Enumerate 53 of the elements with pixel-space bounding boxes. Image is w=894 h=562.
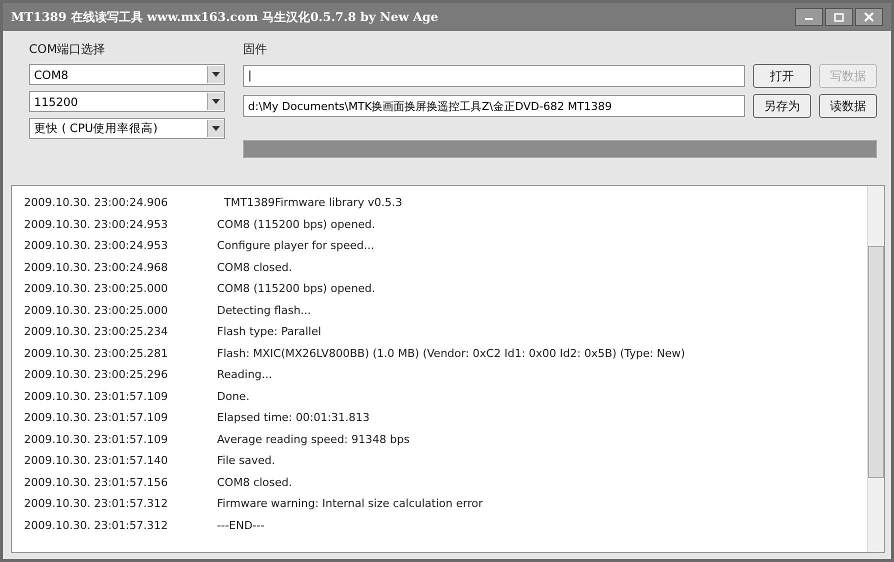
log-time: 2009.10.30. 23:01:57.109 bbox=[24, 432, 169, 446]
action-button[interactable]: 读数据 bbox=[819, 94, 877, 118]
log-message: ---END--- bbox=[217, 518, 264, 532]
log-message: Reading... bbox=[217, 368, 272, 382]
dropdown[interactable]: COM8 bbox=[29, 64, 225, 85]
log-time: 2009.10.30. 23:01:57.312 bbox=[24, 518, 169, 532]
log-message: Configure player for speed... bbox=[217, 239, 374, 252]
log-time: 2009.10.30. 23:00:25.234 bbox=[24, 325, 169, 338]
log-time: 2009.10.30. 23:01:57.109 bbox=[24, 411, 169, 424]
log-time: 2009.10.30. 23:01:57.109 bbox=[24, 390, 169, 403]
log-time: 2009.10.30. 23:01:57.156 bbox=[24, 476, 169, 489]
scrollbar[interactable] bbox=[867, 186, 884, 552]
log-time: 2009.10.30. 23:00:25.000 bbox=[24, 304, 169, 317]
caret-icon bbox=[211, 71, 221, 78]
log-time: 2009.10.30. 23:00:25.000 bbox=[24, 282, 169, 296]
log-message: Firmware warning: Internal size calculation error bbox=[217, 497, 483, 510]
minimize-button[interactable] bbox=[795, 8, 823, 26]
caret-icon bbox=[211, 98, 221, 105]
log-message: Flash: MXIC(MX26LV800BB) (1.0 MB) (Vendor: 0xC2 Id1: 0x00 Id2: 0x5B) (Type: New) bbox=[217, 346, 686, 360]
log-message: COM8 (115200 bps) opened. bbox=[217, 218, 376, 231]
log-message: COM8 (115200 bps) opened. bbox=[217, 282, 376, 296]
firmware-field[interactable]: | bbox=[243, 65, 745, 87]
log-time: 2009.10.30. 23:01:57.140 bbox=[24, 454, 169, 468]
action-button[interactable]: 打开 bbox=[753, 64, 811, 88]
log-message: COM8 closed. bbox=[217, 260, 292, 274]
log-message: Done. bbox=[217, 390, 250, 403]
close-button[interactable] bbox=[855, 8, 883, 26]
log-message: TMT1389Firmware library v0.5.3 bbox=[222, 196, 402, 210]
log-message: Detecting flash... bbox=[217, 304, 312, 317]
log-time: 2009.10.30. 23:00:24.906 bbox=[24, 196, 169, 210]
dropdown[interactable]: 更快 ( CPU使用率很高) bbox=[29, 118, 225, 139]
log-time: 2009.10.30. 23:00:25.281 bbox=[24, 346, 169, 360]
maximize-button[interactable] bbox=[825, 8, 853, 26]
firmware-label: 固件 bbox=[243, 41, 268, 58]
path-field[interactable]: d:\My Documents\MTK换画面换屏换遥控工具Z\金正DVD-682 MT1389 bbox=[243, 95, 745, 117]
log-message: Elapsed time: 00:01:31.813 bbox=[217, 411, 370, 424]
action-button[interactable]: 另存为 bbox=[753, 94, 811, 118]
port-label: COM端口选择 bbox=[29, 41, 106, 58]
log-time: 2009.10.30. 23:00:24.953 bbox=[24, 239, 169, 252]
log-time: 2009.10.30. 23:01:57.312 bbox=[24, 497, 169, 510]
log-message: Average reading speed: 91348 bps bbox=[217, 432, 410, 446]
window-title: MT1389 在线读写工具 www.mx163.com 马生汉化0.5.7.8 by New Age bbox=[11, 8, 440, 26]
log-message: Flash type: Parallel bbox=[217, 325, 322, 338]
log-time: 2009.10.30. 23:00:24.953 bbox=[24, 218, 169, 231]
log-message: COM8 closed. bbox=[217, 476, 292, 489]
dropdown[interactable]: 115200 bbox=[29, 91, 225, 112]
maximize-icon bbox=[834, 12, 844, 22]
close-icon bbox=[864, 12, 874, 22]
log-time: 2009.10.30. 23:00:25.296 bbox=[24, 368, 169, 382]
scrollbar-thumb[interactable] bbox=[868, 246, 884, 478]
log-time: 2009.10.30. 23:00:24.968 bbox=[24, 260, 169, 274]
caret-icon bbox=[211, 125, 221, 132]
log-message: File saved. bbox=[217, 454, 276, 468]
